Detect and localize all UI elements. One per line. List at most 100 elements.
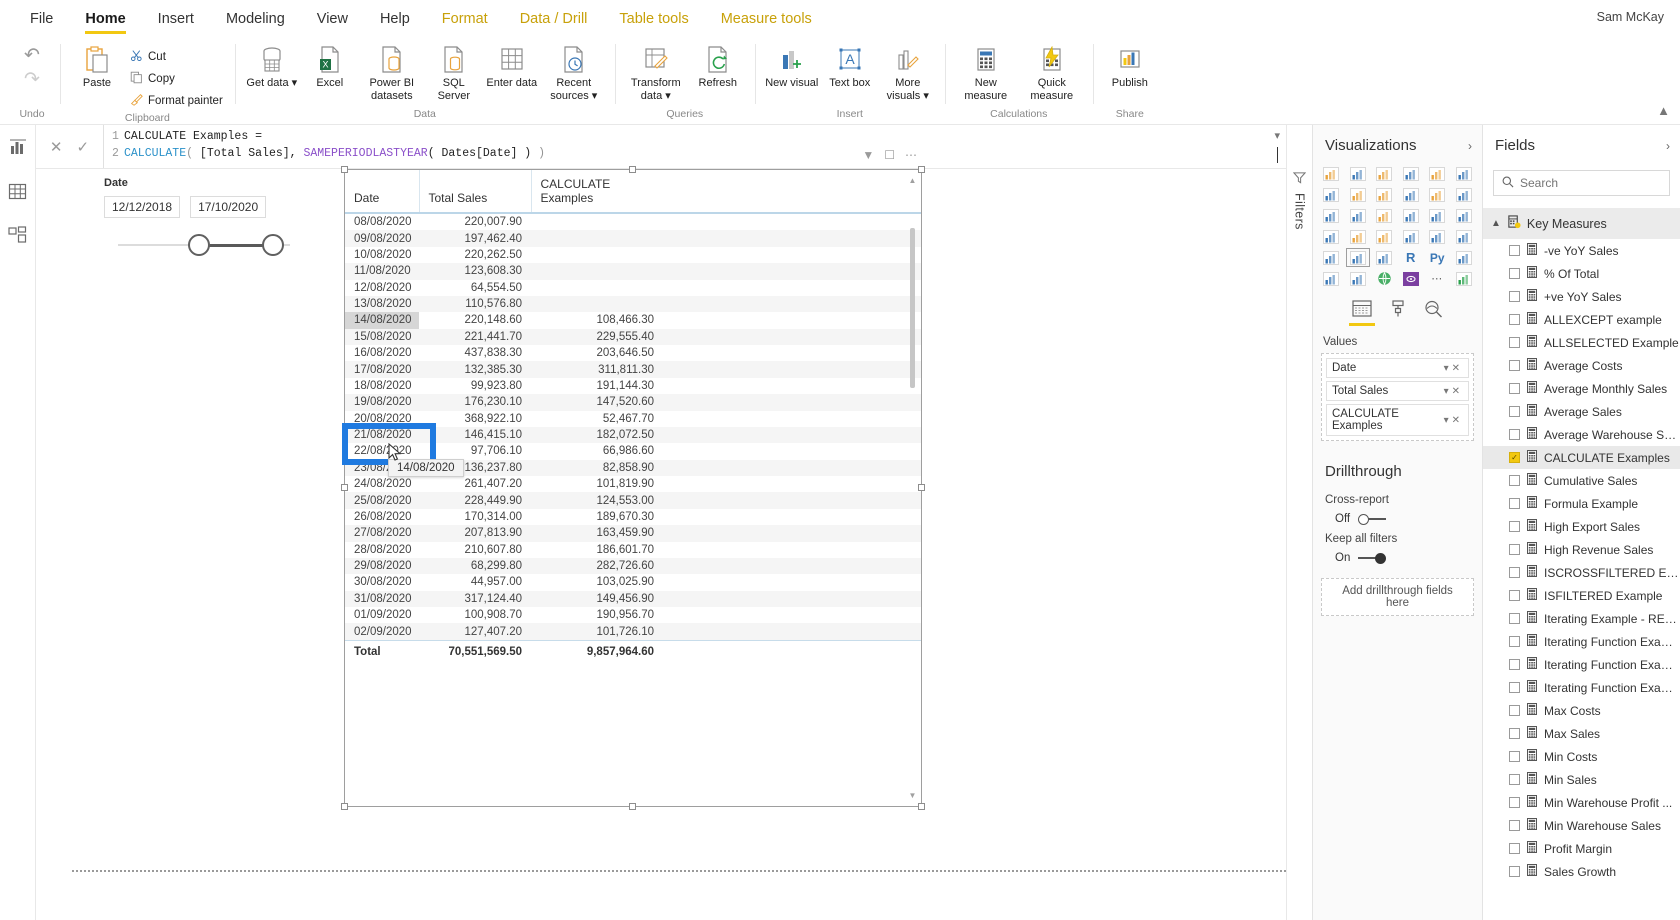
cell-calc[interactable]: [531, 280, 663, 296]
field-checkbox[interactable]: [1509, 567, 1520, 578]
field-item[interactable]: Average Costs: [1483, 354, 1680, 377]
cut-button[interactable]: Cut: [126, 46, 227, 68]
table-row[interactable]: 11/08/2020 123,608.30: [345, 263, 921, 280]
multi-row-card-icon[interactable]: [1425, 227, 1450, 246]
excel-button[interactable]: X Excel: [301, 42, 359, 93]
format-painter-button[interactable]: Format painter: [126, 90, 227, 112]
table-row[interactable]: 25/08/2020 228,449.90 124,553.00: [345, 492, 921, 509]
cell-date[interactable]: 24/08/2020: [345, 476, 419, 492]
gauge-icon[interactable]: [1372, 227, 1397, 246]
redo-icon[interactable]: ↷: [24, 68, 40, 92]
field-item[interactable]: Iterating Function Exam...: [1483, 630, 1680, 653]
field-item[interactable]: Cumulative Sales: [1483, 469, 1680, 492]
scatter-chart-icon[interactable]: [1346, 206, 1371, 225]
cell-total[interactable]: 437,838.30: [419, 345, 531, 361]
cell-calc[interactable]: 229,555.40: [531, 329, 663, 345]
get-data-button[interactable]: Get data ▾: [243, 42, 301, 93]
cell-date[interactable]: 11/08/2020: [345, 263, 419, 279]
paste-button[interactable]: Paste: [68, 42, 126, 93]
field-item[interactable]: High Export Sales: [1483, 515, 1680, 538]
card-icon[interactable]: [1399, 227, 1424, 246]
field-item[interactable]: % Of Total: [1483, 262, 1680, 285]
cell-total[interactable]: 123,608.30: [419, 263, 531, 279]
cell-date[interactable]: 28/08/2020: [345, 542, 419, 558]
menu-item-measure-tools[interactable]: Measure tools: [705, 0, 828, 38]
scroll-down-icon[interactable]: ▼: [908, 791, 917, 800]
field-item[interactable]: Min Warehouse Profit ...: [1483, 791, 1680, 814]
matrix-icon[interactable]: [1372, 248, 1397, 267]
chevron-right-icon[interactable]: ›: [1468, 139, 1472, 153]
cell-calc[interactable]: 182,072.50: [531, 427, 663, 443]
column-header-total-sales[interactable]: Total Sales: [419, 170, 532, 214]
field-checkbox[interactable]: [1509, 429, 1520, 440]
chevron-down-icon[interactable]: ▾: [1274, 129, 1280, 142]
more-options-icon[interactable]: ⋯: [905, 148, 917, 162]
cell-date[interactable]: 15/08/2020: [345, 329, 419, 345]
field-checkbox[interactable]: [1509, 774, 1520, 785]
field-item[interactable]: Sales Growth: [1483, 860, 1680, 883]
field-checkbox[interactable]: [1509, 314, 1520, 325]
field-item[interactable]: CALCULATE Examples: [1483, 446, 1680, 469]
cell-calc[interactable]: 66,986.60: [531, 443, 663, 459]
r-script-icon[interactable]: R: [1399, 248, 1424, 267]
table-row[interactable]: 15/08/2020 221,441.70 229,555.40: [345, 328, 921, 345]
fields-list[interactable]: -ve YoY Sales % Of Total +ve YoY Sales ALLE…: [1483, 239, 1680, 883]
cell-date[interactable]: 09/08/2020: [345, 230, 419, 246]
enter-data-button[interactable]: Enter data: [483, 42, 541, 93]
qna-icon[interactable]: [1346, 269, 1371, 288]
field-checkbox[interactable]: [1509, 866, 1520, 877]
powerbi-datasets-button[interactable]: Power BI datasets: [359, 42, 425, 105]
cell-calc[interactable]: 103,025.90: [531, 574, 663, 590]
cross-report-toggle[interactable]: [1358, 513, 1387, 525]
cell-date[interactable]: 27/08/2020: [345, 525, 419, 541]
table-row[interactable]: 21/08/2020 146,415.10 182,072.50: [345, 426, 921, 444]
slicer-end-date[interactable]: 17/10/2020: [190, 196, 267, 218]
keep-filters-toggle-row[interactable]: On: [1313, 549, 1482, 564]
field-item[interactable]: ALLEXCEPT example: [1483, 308, 1680, 331]
keep-filters-toggle[interactable]: [1358, 552, 1387, 564]
visual-type-gallery[interactable]: R Py ⋯: [1313, 164, 1482, 288]
format-tab[interactable]: [1390, 300, 1406, 326]
field-item[interactable]: Profit Margin: [1483, 837, 1680, 860]
field-item[interactable]: Average Warehouse Sales: [1483, 423, 1680, 446]
field-item[interactable]: High Revenue Sales: [1483, 538, 1680, 561]
cell-date[interactable]: 12/08/2020: [345, 280, 419, 296]
cell-date[interactable]: 25/08/2020: [345, 492, 419, 508]
publish-button[interactable]: Publish: [1101, 42, 1159, 93]
table-row[interactable]: 27/08/2020 207,813.90 163,459.90: [345, 525, 921, 542]
cell-date[interactable]: 30/08/2020: [345, 574, 419, 590]
cell-date[interactable]: 16/08/2020: [345, 345, 419, 361]
cell-date[interactable]: 14/08/2020: [345, 312, 419, 329]
field-item[interactable]: Max Costs: [1483, 699, 1680, 722]
table-row[interactable]: 01/09/2020 100,908.70 190,956.70: [345, 607, 921, 623]
line-stacked-column-icon[interactable]: [1399, 185, 1424, 204]
decomposition-tree-icon[interactable]: [1319, 269, 1344, 288]
cell-total[interactable]: 110,576.80: [419, 296, 531, 312]
new-measure-button[interactable]: New measure: [953, 42, 1019, 105]
cell-date[interactable]: 02/09/2020: [345, 623, 419, 640]
table-row[interactable]: 19/08/2020 176,230.10 147,520.60: [345, 394, 921, 411]
quick-measure-button[interactable]: Quick measure: [1019, 42, 1085, 105]
chevron-right-icon[interactable]: ›: [1666, 139, 1670, 153]
funnel-chart-icon[interactable]: [1346, 227, 1371, 246]
slicer-track[interactable]: [104, 230, 304, 260]
cell-total[interactable]: 220,262.50: [419, 247, 531, 263]
field-item[interactable]: Formula Example: [1483, 492, 1680, 515]
collapse-ribbon-button[interactable]: ▲: [1657, 103, 1670, 118]
field-checkbox[interactable]: [1509, 843, 1520, 854]
table-row[interactable]: 13/08/2020 110,576.80: [345, 295, 921, 313]
field-item[interactable]: Min Costs: [1483, 745, 1680, 768]
table-row[interactable]: 18/08/2020 99,923.80 191,144.30: [345, 378, 921, 394]
field-checkbox[interactable]: [1509, 521, 1520, 532]
cell-total[interactable]: 64,554.50: [419, 280, 531, 296]
cell-date[interactable]: 29/08/2020: [345, 558, 419, 574]
cell-calc[interactable]: 149,456.90: [531, 591, 663, 607]
cell-date[interactable]: 08/08/2020: [345, 213, 419, 230]
cell-calc[interactable]: 108,466.30: [531, 312, 663, 328]
clustered-column-chart-icon[interactable]: [1399, 164, 1424, 183]
cell-date[interactable]: 10/08/2020: [345, 247, 419, 263]
cell-total[interactable]: 317,124.40: [419, 591, 531, 607]
menu-item-file[interactable]: File: [14, 0, 69, 38]
transform-data-button[interactable]: Transform data ▾: [623, 42, 689, 105]
slicer-start-date[interactable]: 12/12/2018: [104, 196, 181, 218]
